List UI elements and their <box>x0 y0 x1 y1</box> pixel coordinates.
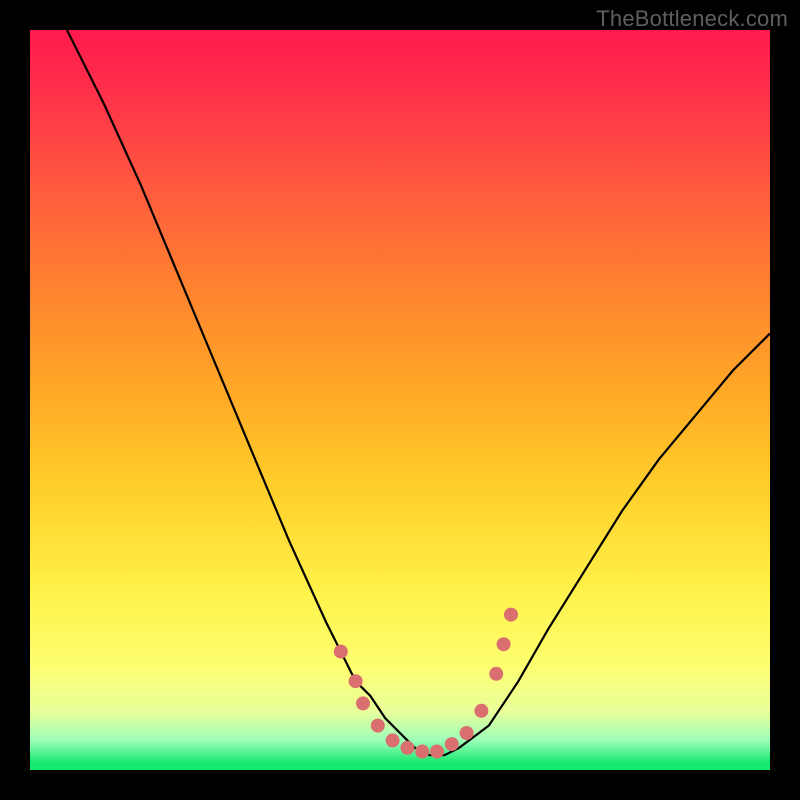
curve-marker <box>445 737 459 751</box>
curve-marker <box>489 667 503 681</box>
curve-marker <box>400 741 414 755</box>
curve-marker <box>474 704 488 718</box>
watermark-text: TheBottleneck.com <box>596 6 788 32</box>
curve-marker <box>415 745 429 759</box>
chart-frame: TheBottleneck.com <box>0 0 800 800</box>
curve-layer <box>30 30 770 770</box>
curve-marker <box>349 674 363 688</box>
curve-marker <box>356 696 370 710</box>
curve-marker <box>504 608 518 622</box>
marker-group <box>334 608 518 759</box>
bottleneck-curve <box>67 30 770 755</box>
curve-marker <box>371 719 385 733</box>
curve-marker <box>334 645 348 659</box>
curve-marker <box>386 733 400 747</box>
curve-marker <box>430 745 444 759</box>
curve-marker <box>460 726 474 740</box>
plot-area <box>30 30 770 770</box>
curve-marker <box>497 637 511 651</box>
